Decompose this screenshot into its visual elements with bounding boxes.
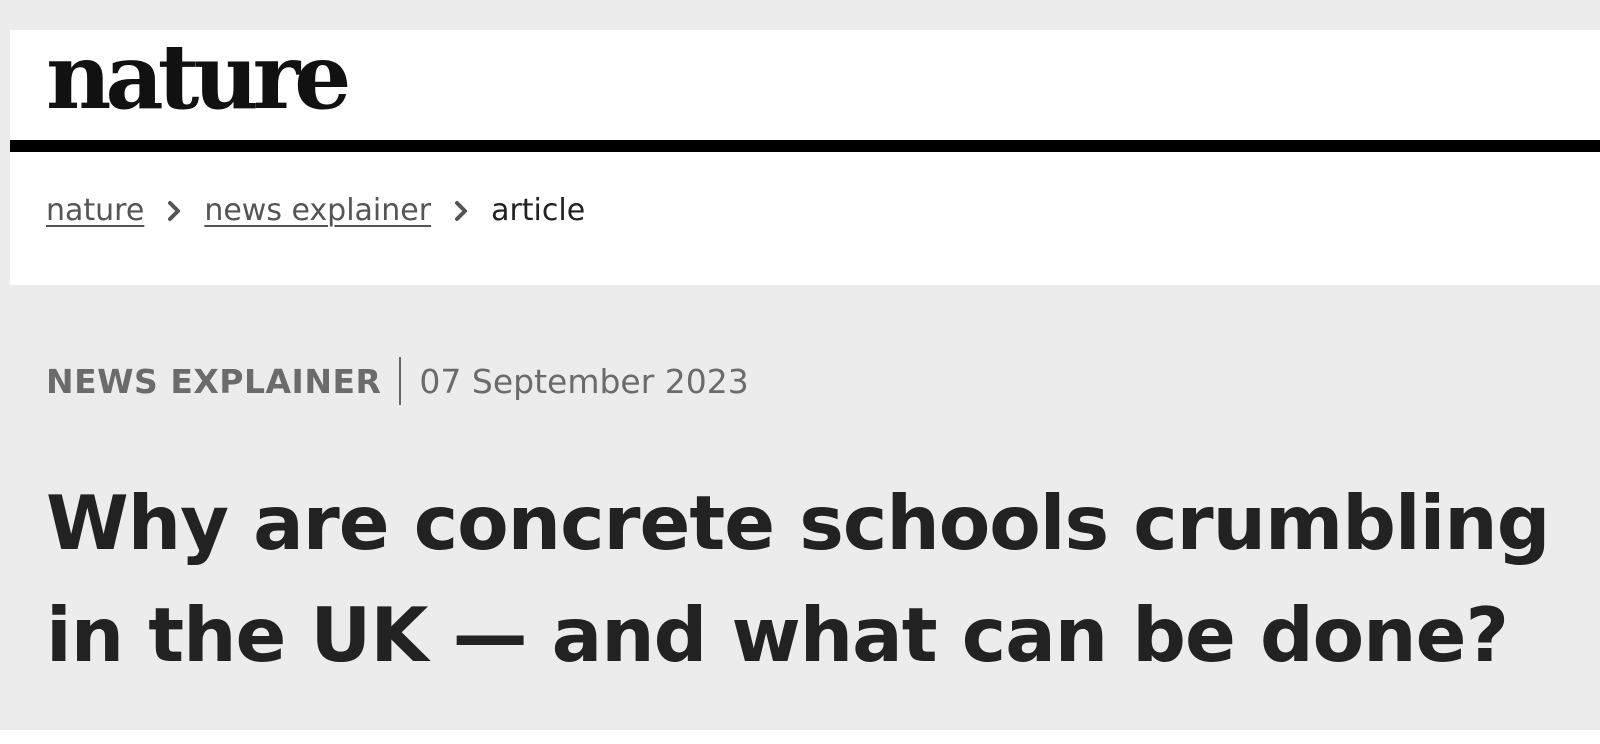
- breadcrumb-bar: nature news explainer article: [10, 152, 1600, 285]
- breadcrumb: nature news explainer article: [46, 196, 585, 226]
- chevron-right-icon: [158, 200, 190, 222]
- nature-logo[interactable]: nature: [46, 32, 351, 122]
- article-title: Why are concrete schools crumbling in th…: [46, 479, 1550, 679]
- chevron-right-icon: [445, 200, 477, 222]
- article-meta: NEWS EXPLAINER 07 September 2023: [46, 357, 749, 405]
- article-type-label: NEWS EXPLAINER: [46, 361, 382, 401]
- meta-divider: [399, 357, 402, 405]
- article-date: 07 September 2023: [419, 361, 749, 401]
- breadcrumb-item-news-explainer[interactable]: news explainer: [204, 196, 431, 226]
- bottom-strip: [0, 730, 1600, 744]
- page: nature nature news explainer article NEW…: [0, 0, 1600, 744]
- breadcrumb-item-nature[interactable]: nature: [46, 196, 144, 226]
- site-header: nature: [10, 30, 1600, 140]
- article-header: NEWS EXPLAINER 07 September 2023 Why are…: [10, 285, 1600, 730]
- header-divider: [10, 140, 1600, 152]
- breadcrumb-item-article: article: [491, 193, 586, 228]
